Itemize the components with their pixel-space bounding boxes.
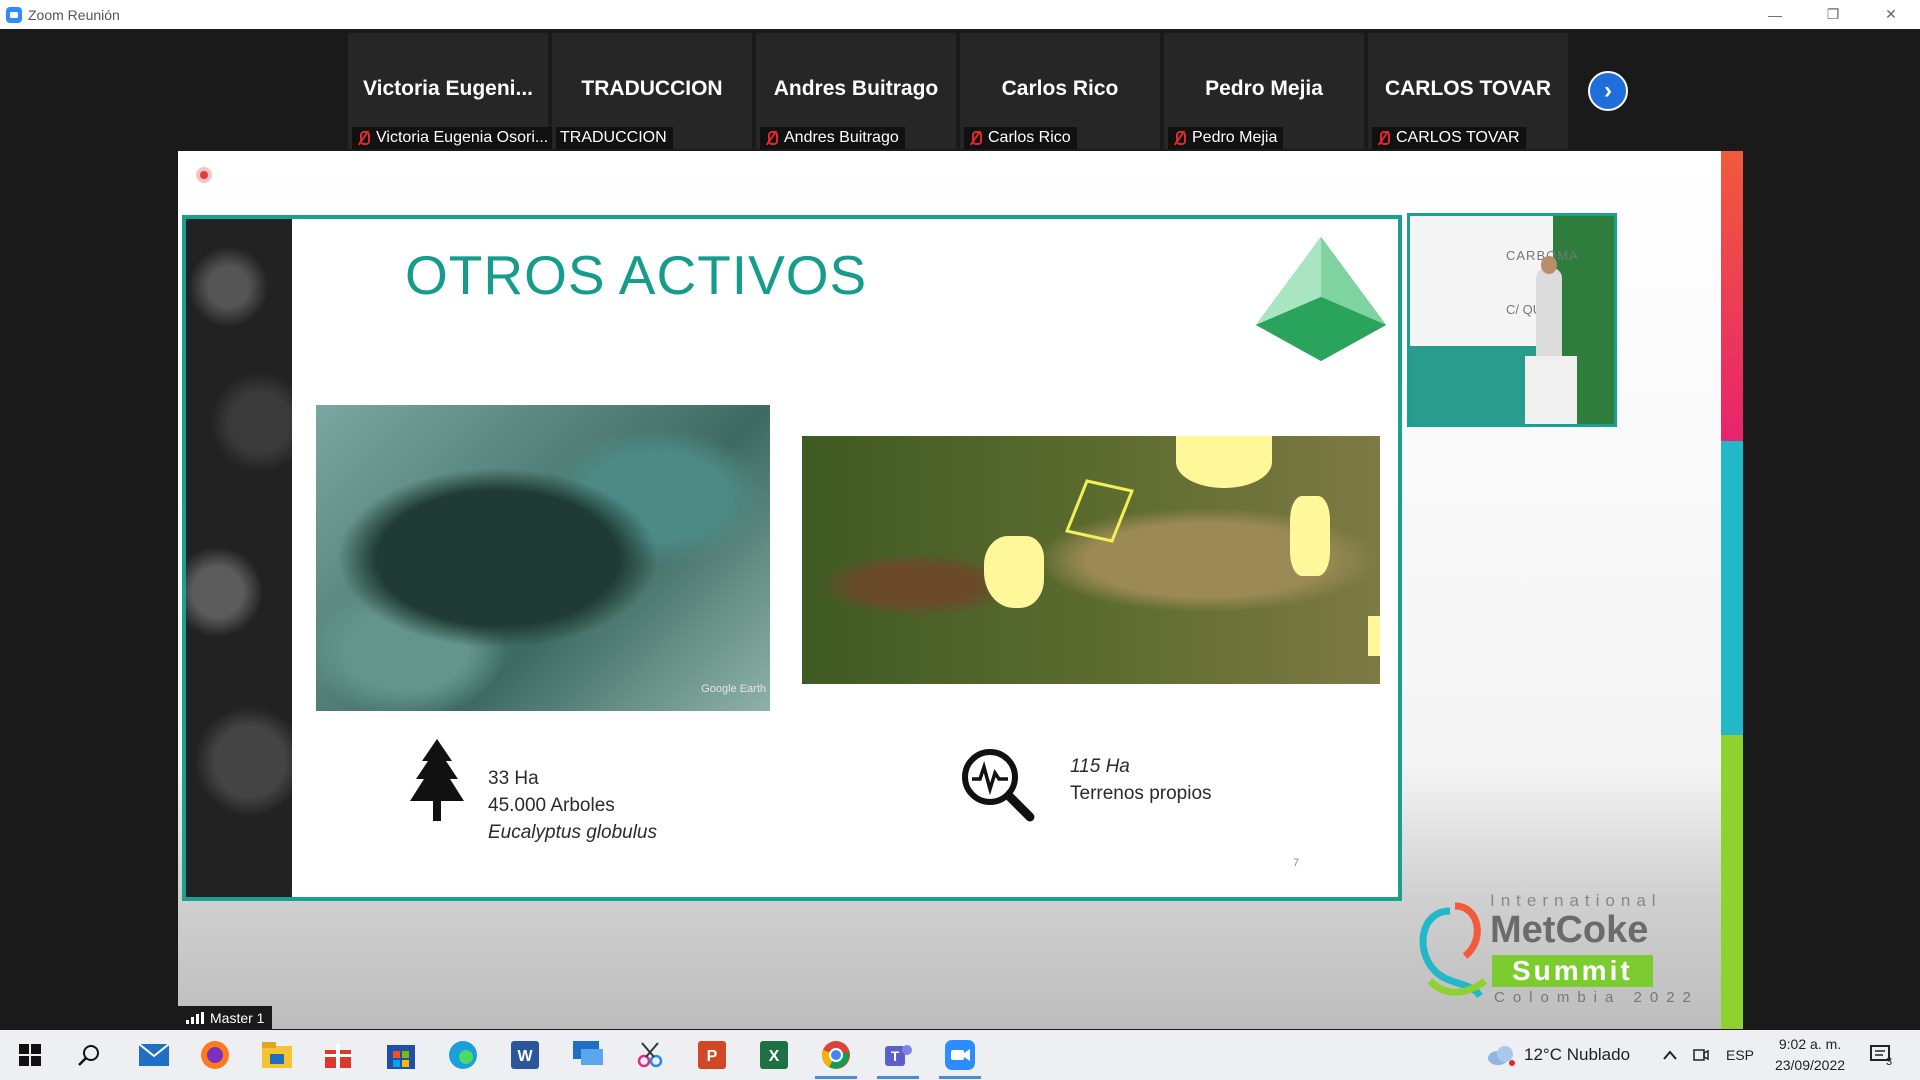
participant-label: Andres Buitrago xyxy=(760,127,905,149)
participant-label: Victoria Eugenia Osori... xyxy=(352,127,555,149)
chrome-icon[interactable] xyxy=(815,1038,857,1079)
svg-text:X: X xyxy=(769,1048,780,1065)
left-stat: 33 Ha 45.000 Arboles Eucalyptus globulus xyxy=(488,765,657,846)
event-logo-line3: Summit xyxy=(1492,955,1653,987)
minimize-button[interactable]: — xyxy=(1746,0,1804,29)
snipping-tool-icon[interactable] xyxy=(633,1038,667,1072)
event-logo-line4: Colombia 2022 xyxy=(1494,989,1699,1006)
participant-label: Pedro Mejia xyxy=(1168,127,1284,149)
participant-display-name: Carlos Rico xyxy=(1001,77,1119,100)
window-titlebar: Zoom Reunión — ❐ ✕ xyxy=(0,0,1920,29)
notification-count: 3 xyxy=(1886,1056,1893,1068)
svg-text:P: P xyxy=(707,1048,718,1065)
tree-icon xyxy=(410,739,464,821)
slide-page-number: 7 xyxy=(1293,857,1300,869)
zoom-icon[interactable] xyxy=(939,1038,981,1079)
excel-icon[interactable]: X xyxy=(757,1038,791,1072)
event-swirl-icon xyxy=(1419,902,1488,999)
left-stat-area: 33 Ha xyxy=(488,768,539,789)
participant-display-name: Pedro Mejia xyxy=(1205,77,1323,100)
participant-display-name: Victoria Eugeni... xyxy=(363,77,533,100)
windows-start-icon[interactable] xyxy=(13,1038,47,1072)
mic-muted-icon xyxy=(764,130,778,146)
meet-now-icon[interactable] xyxy=(1692,1030,1710,1080)
participant-tile[interactable]: Andres Buitrago Andres Buitrago xyxy=(756,33,956,149)
pyramid-logo-icon xyxy=(1256,237,1386,361)
powerpoint-icon[interactable]: P xyxy=(695,1038,729,1072)
right-stat-desc: Terrenos propios xyxy=(1070,783,1212,804)
right-stat-area: 115 Ha xyxy=(1070,756,1130,777)
participant-label: CARLOS TOVAR xyxy=(1372,127,1526,149)
teams-icon[interactable]: T xyxy=(877,1038,919,1079)
window-controls: — ❐ ✕ xyxy=(1746,0,1920,29)
weather-widget[interactable]: 12°C Nublado xyxy=(1486,1030,1630,1080)
connection-indicator[interactable]: Master 1 xyxy=(178,1006,273,1029)
presentation-slide: OTROS ACTIVOS Google Earth 33 Ha 45.000 xyxy=(182,215,1402,901)
mic-muted-icon xyxy=(968,130,982,146)
word-icon[interactable]: W xyxy=(508,1038,542,1072)
decorative-color-bar xyxy=(1721,151,1743,1029)
forest-aerial-photo: Google Earth xyxy=(316,405,770,711)
right-stat: 115 Ha Terrenos propios xyxy=(1070,753,1212,807)
participant-tile[interactable]: Victoria Eugeni... Victoria Eugenia Osor… xyxy=(348,33,555,149)
participant-display-name: CARLOS TOVAR xyxy=(1384,77,1552,100)
participant-label: TRADUCCION xyxy=(556,127,673,149)
photo-credit: Google Earth xyxy=(701,683,766,695)
svg-text:T: T xyxy=(891,1048,900,1064)
language-indicator[interactable]: ESP xyxy=(1726,1030,1754,1080)
zoom-app-icon xyxy=(6,6,22,23)
participant-display-name: Andres Buitrago xyxy=(773,77,939,100)
gift-icon[interactable] xyxy=(321,1038,355,1072)
participant-tile[interactable]: Pedro Mejia Pedro Mejia xyxy=(1164,33,1364,149)
participant-tile[interactable]: Carlos Rico Carlos Rico xyxy=(960,33,1160,149)
windows-taskbar: W P X T 12°C Nublado ESP 9:02 a. m. 23/0… xyxy=(0,1030,1920,1080)
tray-overflow-icon[interactable] xyxy=(1662,1030,1678,1080)
speaker-figure xyxy=(1536,268,1562,358)
taskbar-clock[interactable]: 9:02 a. m. 23/09/2022 xyxy=(1760,1034,1860,1076)
file-explorer-icon[interactable] xyxy=(260,1038,294,1072)
firefox-icon[interactable] xyxy=(198,1038,232,1072)
participant-strip: Victoria Eugeni... Victoria Eugenia Osor… xyxy=(0,29,1920,151)
slide-title: OTROS ACTIVOS xyxy=(405,244,868,306)
terrain-satellite-map xyxy=(802,436,1380,684)
left-stat-trees: 45.000 Arboles xyxy=(488,795,615,816)
participant-label: Carlos Rico xyxy=(964,127,1077,149)
notification-center-icon[interactable]: 3 xyxy=(1870,1030,1892,1080)
speaker-camera-feed: CARBOMA C/ QU xyxy=(1407,213,1617,427)
event-logo-line1: International xyxy=(1490,891,1662,910)
weather-text: 12°C Nublado xyxy=(1524,1045,1631,1064)
podium xyxy=(1525,356,1577,424)
left-stat-species: Eucalyptus globulus xyxy=(488,822,657,843)
search-icon[interactable] xyxy=(72,1038,106,1072)
shared-screen: OTROS ACTIVOS Google Earth 33 Ha 45.000 xyxy=(178,151,1743,1029)
clock-time: 9:02 a. m. xyxy=(1778,1036,1842,1052)
microsoft-store-icon[interactable] xyxy=(384,1038,418,1072)
magnifier-pulse-icon xyxy=(962,749,1035,822)
signal-bars-icon xyxy=(186,1011,204,1024)
participant-tile[interactable]: TRADUCCION TRADUCCION xyxy=(552,33,752,149)
edge-icon[interactable] xyxy=(446,1038,480,1072)
clock-date: 23/09/2022 xyxy=(1774,1057,1846,1073)
window-title: Zoom Reunión xyxy=(28,6,120,23)
next-participants-button[interactable]: › xyxy=(1588,71,1628,111)
event-logo-line2: MetCoke xyxy=(1490,909,1649,951)
participant-tile[interactable]: CARLOS TOVAR CARLOS TOVAR xyxy=(1368,33,1568,149)
svg-text:W: W xyxy=(517,1048,533,1065)
recording-icon xyxy=(196,167,212,183)
close-button[interactable]: ✕ xyxy=(1862,0,1920,29)
connection-label: Master 1 xyxy=(210,1009,265,1026)
remote-desktop-icon[interactable] xyxy=(571,1038,605,1072)
restore-button[interactable]: ❐ xyxy=(1804,0,1862,29)
participant-display-name: TRADUCCION xyxy=(581,77,723,100)
event-logo: International MetCoke Summit Colombia 20… xyxy=(1410,891,1710,1011)
mic-muted-icon xyxy=(1172,130,1186,146)
slide-rock-texture xyxy=(186,219,292,897)
cloud-icon xyxy=(1488,1046,1515,1066)
mail-icon[interactable] xyxy=(137,1038,171,1072)
mic-muted-icon xyxy=(356,130,370,146)
mic-muted-icon xyxy=(1376,130,1390,146)
